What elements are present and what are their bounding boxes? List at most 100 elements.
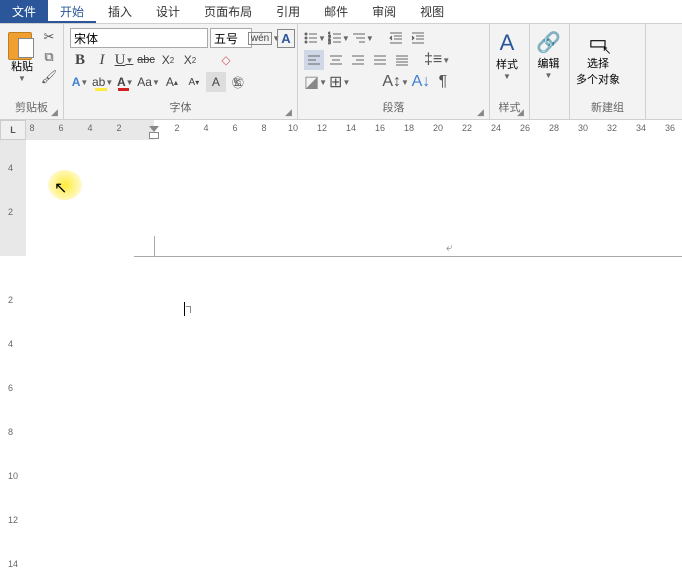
hruler-tick: 20	[433, 123, 443, 133]
show-marks-button[interactable]: ¶	[433, 72, 453, 92]
vruler-tick: 6	[8, 383, 13, 393]
vertical-ruler[interactable]: 422468101214	[0, 140, 26, 567]
borders-button[interactable]: ⊞▼	[329, 72, 350, 92]
shading-button[interactable]: ◪▼	[304, 72, 327, 92]
text-direction-button[interactable]: A↕▼	[382, 72, 409, 92]
underline-button[interactable]: U▼	[114, 50, 134, 70]
find-icon: 🔗	[536, 30, 561, 55]
select-label-2: 多个对象	[576, 71, 620, 87]
copy-button[interactable]: ⧉	[40, 48, 58, 66]
font-size-select[interactable]	[210, 28, 252, 48]
clipboard-launcher[interactable]: ◢	[51, 107, 61, 117]
text-cursor	[184, 302, 185, 316]
hruler-tick: 26	[520, 123, 530, 133]
change-case-button[interactable]: Aa▼	[137, 72, 160, 92]
hruler-tick: 4	[87, 123, 92, 133]
text-effects-button[interactable]: A▼	[70, 72, 90, 92]
hruler-tick: 16	[375, 123, 385, 133]
horizontal-ruler[interactable]: 864224681012141618202224262830323436	[26, 120, 682, 140]
hruler-tick: 8	[29, 123, 34, 133]
tab-design[interactable]: 设计	[144, 0, 192, 23]
tab-layout[interactable]: 页面布局	[192, 0, 264, 23]
hruler-tick: 18	[404, 123, 414, 133]
font-color-button[interactable]: A▼	[115, 72, 135, 92]
grow-font-button[interactable]: A▴	[162, 72, 182, 92]
styles-dropdown-icon: ▼	[503, 72, 511, 81]
tab-review[interactable]: 审阅	[360, 0, 408, 23]
select-label-1: 选择	[587, 55, 609, 71]
align-left-button[interactable]	[304, 50, 324, 70]
cut-button[interactable]: ✂	[40, 28, 58, 46]
decrease-indent-button[interactable]	[386, 28, 406, 48]
tab-references[interactable]: 引用	[264, 0, 312, 23]
sort-button[interactable]: A↓	[411, 72, 431, 92]
styles-label: 样式	[496, 56, 518, 72]
group-clipboard: 粘贴 ▼ ✂ ⧉ 🖌 剪贴板 ◢	[0, 24, 64, 119]
multilevel-list-button[interactable]: ▼	[352, 28, 374, 48]
highlight-button[interactable]: ab▼	[92, 72, 113, 92]
hruler-ticks: 864224681012141618202224262830323436	[26, 120, 682, 140]
strikethrough-button[interactable]: abc	[136, 50, 156, 70]
bullets-button[interactable]: ▼	[304, 28, 326, 48]
edit-group-label	[534, 103, 565, 117]
clear-format-button[interactable]: ◇	[216, 50, 236, 70]
paragraph-mark-icon: ⤶	[446, 240, 453, 255]
tab-view[interactable]: 视图	[408, 0, 456, 23]
char-border-button[interactable]: A	[276, 28, 296, 48]
subscript-button[interactable]: X2	[158, 50, 178, 70]
vruler-tick: 12	[8, 515, 18, 525]
vruler-tick: 14	[8, 559, 18, 569]
align-justify-button[interactable]	[370, 50, 390, 70]
page-corner-v	[154, 236, 155, 256]
styles-button[interactable]: A 样式 ▼	[494, 26, 520, 99]
edit-label: 编辑	[537, 55, 559, 71]
char-shading-button[interactable]: A	[206, 72, 226, 92]
numbering-button[interactable]: 123▼	[328, 28, 350, 48]
group-edit: 🔗 编辑 ▼	[530, 24, 570, 119]
vruler-tick: 10	[8, 471, 18, 481]
group-new: ▭↖ 选择 多个对象 新建组	[570, 24, 646, 119]
document-area[interactable]: ↖ ⤶	[26, 140, 682, 567]
para-launcher[interactable]: ◢	[477, 107, 487, 117]
select-multi-button[interactable]: ▭↖ 选择 多个对象	[574, 26, 622, 99]
superscript-button[interactable]: X2	[180, 50, 200, 70]
hruler-tick: 2	[174, 123, 179, 133]
italic-button[interactable]: I	[92, 50, 112, 70]
ribbon: 粘贴 ▼ ✂ ⧉ 🖌 剪贴板 ◢ wén▼ A B I	[0, 24, 682, 120]
hruler-tick: 10	[288, 123, 298, 133]
tab-mail[interactable]: 邮件	[312, 0, 360, 23]
line-spacing-button[interactable]: ‡≡▼	[424, 50, 450, 70]
hruler-tick: 28	[549, 123, 559, 133]
paste-button[interactable]: 粘贴 ▼	[6, 28, 38, 85]
vruler-tick: 8	[8, 427, 13, 437]
styles-launcher[interactable]: ◢	[517, 107, 527, 117]
hruler-tick: 2	[116, 123, 121, 133]
mouse-cursor-icon: ↖	[54, 178, 67, 198]
ruler-tab-selector[interactable]: L	[0, 120, 26, 140]
align-distribute-button[interactable]	[392, 50, 412, 70]
vruler-tick: 2	[8, 295, 13, 305]
tab-insert[interactable]: 插入	[96, 0, 144, 23]
format-painter-button[interactable]: 🖌	[40, 68, 58, 86]
tab-file[interactable]: 文件	[0, 0, 48, 23]
font-group-label: 字体	[68, 99, 293, 117]
tab-home[interactable]: 开始	[48, 0, 96, 23]
svg-text:3: 3	[328, 40, 331, 45]
shrink-font-button[interactable]: A▾	[184, 72, 204, 92]
hruler-tick: 4	[203, 123, 208, 133]
tab-bar: 文件 开始 插入 设计 页面布局 引用 邮件 审阅 视图	[0, 0, 682, 24]
align-center-button[interactable]	[326, 50, 346, 70]
edit-button[interactable]: 🔗 编辑 ▼	[534, 26, 563, 103]
vruler-tick: 2	[8, 207, 13, 217]
bold-button[interactable]: B	[70, 50, 90, 70]
font-launcher[interactable]: ◢	[285, 107, 295, 117]
phonetic-guide-button[interactable]: wén▼	[254, 28, 274, 48]
hruler-tick: 34	[636, 123, 646, 133]
hruler-tick: 22	[462, 123, 472, 133]
hruler-tick: 24	[491, 123, 501, 133]
group-paragraph: ▼ 123▼ ▼ ‡≡▼ ◪▼ ⊞▼ A↕▼ A↓	[298, 24, 490, 119]
font-name-select[interactable]	[70, 28, 208, 48]
align-right-button[interactable]	[348, 50, 368, 70]
enclose-char-button[interactable]: ㊬	[228, 72, 248, 92]
increase-indent-button[interactable]	[408, 28, 428, 48]
